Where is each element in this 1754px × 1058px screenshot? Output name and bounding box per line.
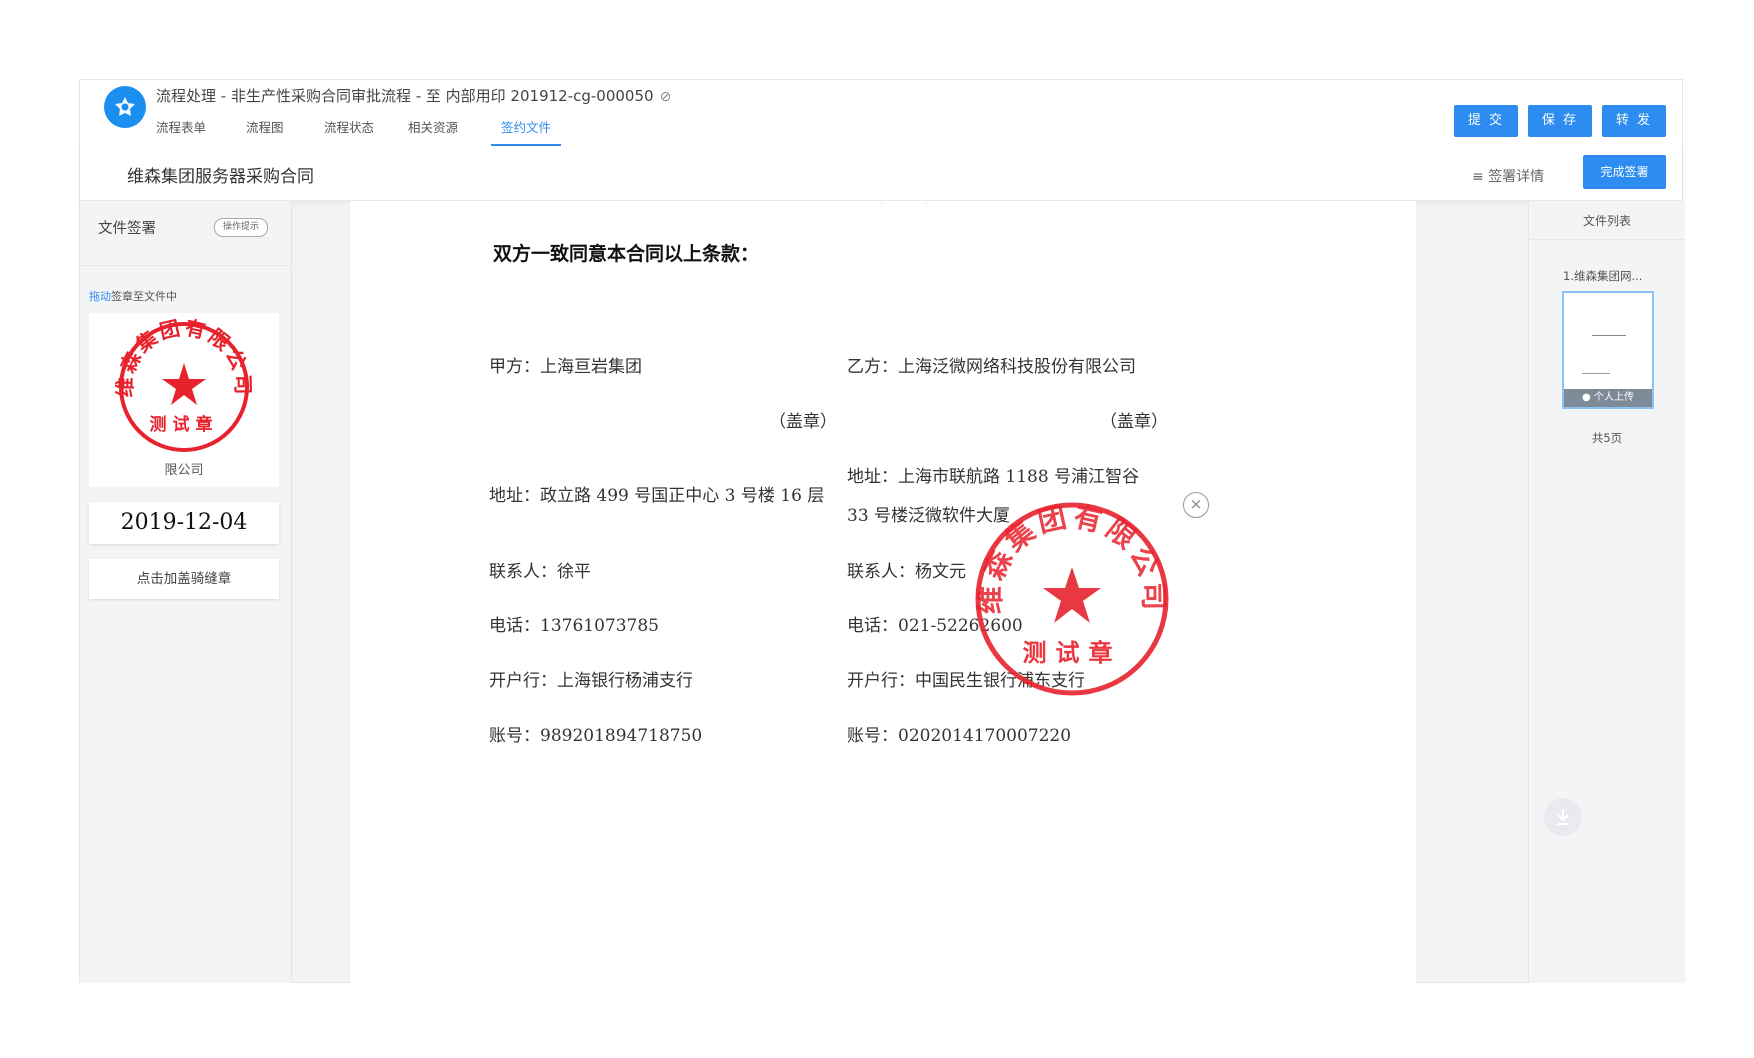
divider — [80, 265, 291, 266]
thumb-text-line — [1592, 335, 1626, 336]
company-seal-card[interactable]: 维森集团有限公司 测试章 限公司 — [89, 313, 279, 487]
divider — [1529, 239, 1685, 240]
party-a-contact: 联系人：徐平 — [489, 562, 591, 582]
tab-related-resources[interactable]: 相关资源 — [408, 117, 458, 144]
top-bar: 流程处理 - 非生产性采购合同审批流程 - 至 内部用印 201912-cg-0… — [80, 80, 1682, 147]
tab-flow-status[interactable]: 流程状态 — [324, 117, 374, 144]
upload-tag-label: 个人上传 — [1593, 392, 1634, 403]
right-panel: 文件列表 1.维森集团网... ● 个人上传 共5页 — [1528, 201, 1685, 983]
file-thumbnail[interactable]: ● 个人上传 — [1562, 291, 1654, 409]
submit-button[interactable]: 提 交 — [1454, 105, 1518, 137]
thumb-text-line — [1582, 373, 1610, 374]
page-edge-mark: · · — [880, 199, 948, 208]
app-window: 流程处理 - 非生产性采购合同审批流程 - 至 内部用印 201912-cg-0… — [79, 79, 1685, 983]
document-toolbar: 维森集团服务器采购合同 ≡ 签署详情 完成签署 — [80, 146, 1682, 201]
placed-company-seal[interactable]: 维森集团有限公司 测试章 — [972, 499, 1172, 699]
party-b-seal-note: （盖章） — [1100, 412, 1168, 432]
agreement-heading: 双方一致同意本合同以上条款： — [493, 243, 760, 265]
list-icon: ≡ — [1472, 169, 1489, 185]
left-panel-heading: 文件签署 — [98, 221, 156, 237]
document-title: 维森集团服务器采购合同 — [127, 167, 314, 187]
document-page: · · 双方一致同意本合同以上条款： 甲方：上海亘岩集团 （盖章） 地址：政立路… — [350, 199, 1416, 983]
sign-detail-link[interactable]: ≡ 签署详情 — [1472, 166, 1544, 186]
seal-label: 限公司 — [164, 463, 204, 478]
party-a-seal-note: （盖章） — [769, 412, 837, 432]
page-count: 共5页 — [1591, 431, 1623, 445]
party-b-account: 账号：0202014170007220 — [847, 726, 1072, 746]
date-seal-card[interactable]: 2019-12-04 — [89, 502, 279, 544]
party-b-address-line1: 地址：上海市联航路 1188 号浦江智谷 — [847, 467, 1140, 487]
user-icon: ● — [1582, 392, 1594, 403]
file-name[interactable]: 1.维森集团网... — [1563, 268, 1642, 284]
party-a-account: 账号：989201894718750 — [489, 726, 703, 746]
sign-detail-label: 签署详情 — [1488, 169, 1545, 185]
download-icon[interactable] — [1544, 798, 1582, 836]
drag-tip-text: 签章至文件中 — [111, 290, 177, 303]
operation-hint-button[interactable]: 操作提示 — [214, 218, 268, 237]
tab-flowchart[interactable]: 流程图 — [246, 117, 284, 144]
tab-signing-files[interactable]: 签约文件 — [491, 117, 562, 146]
drag-tip-highlight: 拖动 — [89, 290, 111, 303]
file-list-heading: 文件列表 — [1582, 214, 1631, 228]
page-title-text: 流程处理 - 非生产性采购合同审批流程 - 至 内部用印 201912-cg-0… — [156, 87, 654, 105]
placed-seal-bottom-text: 测试章 — [1023, 638, 1122, 667]
left-panel: 文件签署 操作提示 拖动签章至文件中 维森集团有限公司 测试章 限公司 2019… — [80, 201, 292, 983]
tag-icon[interactable]: ⊘ — [660, 89, 672, 105]
tab-form[interactable]: 流程表单 — [156, 117, 206, 144]
party-b-name: 乙方：上海泛微网络科技股份有限公司 — [847, 357, 1136, 377]
party-a-bank: 开户行：上海银行杨浦支行 — [489, 671, 693, 691]
finish-sign-button[interactable]: 完成签署 — [1583, 155, 1666, 189]
save-button[interactable]: 保 存 — [1528, 105, 1592, 137]
upload-tag: ● 个人上传 — [1564, 389, 1652, 407]
app-logo-icon — [104, 86, 146, 128]
company-seal-image[interactable]: 维森集团有限公司 测试章 — [110, 317, 258, 457]
party-a-name: 甲方：上海亘岩集团 — [489, 357, 642, 377]
remove-seal-icon[interactable]: × — [1183, 492, 1209, 518]
drag-tip: 拖动签章至文件中 — [89, 288, 177, 304]
party-b-contact: 联系人：杨文元 — [847, 562, 966, 582]
party-a-phone: 电话：13761073785 — [489, 616, 659, 636]
party-a-address: 地址：政立路 499 号国正中心 3 号楼 16 层 — [489, 486, 825, 506]
forward-button[interactable]: 转 发 — [1602, 105, 1666, 137]
riding-seal-button[interactable]: 点击加盖骑缝章 — [89, 559, 279, 599]
page-title: 流程处理 - 非生产性采购合同审批流程 - 至 内部用印 201912-cg-0… — [156, 85, 671, 106]
seal-bottom-text: 测试章 — [150, 414, 219, 435]
